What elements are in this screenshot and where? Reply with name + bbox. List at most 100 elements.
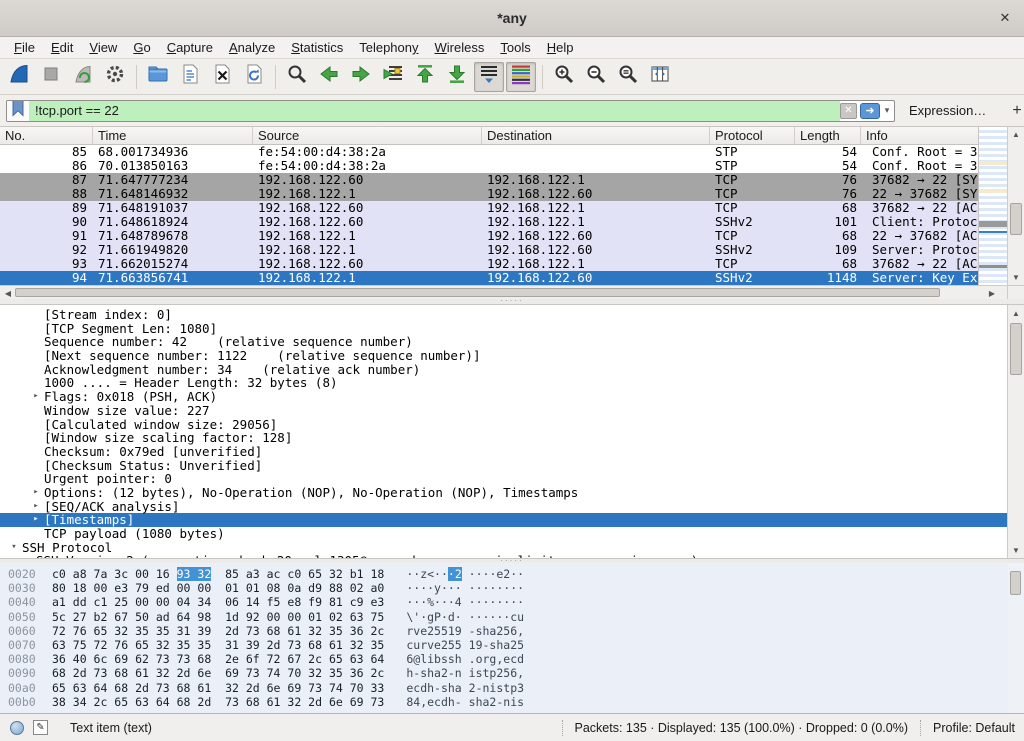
column-header-length[interactable]: Length xyxy=(795,127,861,144)
hex-row[interactable]: 009068 2d 73 68 61 32 2d 6e 69 73 74 70 … xyxy=(0,666,1024,680)
find-packet-button[interactable] xyxy=(282,62,312,92)
packet-list-vscrollbar[interactable]: ▲ ▼ xyxy=(1007,127,1024,285)
hex-row[interactable]: 007063 75 72 76 65 32 35 35 31 39 2d 73 … xyxy=(0,638,1024,652)
stop-capture-button[interactable] xyxy=(36,62,66,92)
packet-row[interactable]: 9071.648618924192.168.122.60192.168.122.… xyxy=(0,215,978,229)
packet-row[interactable]: 8871.648146932192.168.122.1192.168.122.6… xyxy=(0,187,978,201)
detail-line-expandable[interactable]: ▸[SEQ/ACK analysis] xyxy=(0,500,1007,514)
menu-help[interactable]: Help xyxy=(539,38,582,57)
packet-row[interactable]: 9271.661949820192.168.122.1192.168.122.6… xyxy=(0,243,978,257)
go-forward-button[interactable] xyxy=(346,62,376,92)
restart-capture-button[interactable] xyxy=(68,62,98,92)
go-to-bottom-button[interactable] xyxy=(442,62,472,92)
open-file-button[interactable] xyxy=(143,62,173,92)
add-filter-button[interactable]: + xyxy=(1012,102,1021,120)
detail-line-expandable[interactable]: ▸Options: (12 bytes), No-Operation (NOP)… xyxy=(0,486,1007,500)
detail-line[interactable]: 1000 .... = Header Length: 32 bytes (8) xyxy=(0,376,1007,390)
hex-row[interactable]: 0040a1 dd c1 25 00 00 04 34 06 14 f5 e8 … xyxy=(0,595,1024,609)
detail-line-expandable[interactable]: ▸Flags: 0x018 (PSH, ACK) xyxy=(0,390,1007,404)
detail-line[interactable]: Acknowledgment number: 34 (relative ack … xyxy=(0,363,1007,377)
save-file-button[interactable] xyxy=(175,62,205,92)
hex-row[interactable]: 00505c 27 b2 67 50 ad 64 98 1d 92 00 00 … xyxy=(0,610,1024,624)
hex-vscrollbar[interactable] xyxy=(1008,563,1024,713)
detail-line-selected[interactable]: ▸[Timestamps] xyxy=(0,513,1007,527)
menu-wireless[interactable]: Wireless xyxy=(427,38,493,57)
scroll-down-icon[interactable]: ▼ xyxy=(1008,273,1024,282)
menu-go[interactable]: Go xyxy=(125,38,158,57)
detail-vscrollbar[interactable]: ▲ ▼ xyxy=(1007,305,1024,558)
colorize-packets-button[interactable] xyxy=(506,62,536,92)
scroll-up-icon[interactable]: ▲ xyxy=(1008,309,1024,318)
vscroll-thumb[interactable] xyxy=(1010,203,1022,235)
packet-row[interactable]: 8568.001734936fe:54:00:d4:38:2aSTP54Conf… xyxy=(0,145,978,159)
menu-statistics[interactable]: Statistics xyxy=(283,38,351,57)
scroll-up-icon[interactable]: ▲ xyxy=(1008,130,1024,139)
filter-input[interactable] xyxy=(29,101,840,121)
hex-row[interactable]: 008036 40 6c 69 62 73 73 68 2e 6f 72 67 … xyxy=(0,652,1024,666)
vscroll-thumb[interactable] xyxy=(1010,571,1021,595)
capture-comment-icon[interactable]: ✎ xyxy=(33,720,48,735)
menu-file[interactable]: File xyxy=(6,38,43,57)
scroll-down-icon[interactable]: ▼ xyxy=(1008,546,1024,555)
scroll-left-icon[interactable]: ◀ xyxy=(3,289,13,298)
status-profile[interactable]: Profile: Default xyxy=(933,721,1015,735)
go-to-top-button[interactable] xyxy=(410,62,440,92)
hex-row[interactable]: 003080 18 00 e3 79 ed 00 00 01 01 08 0a … xyxy=(0,581,1024,595)
zoom-100-button[interactable] xyxy=(613,62,643,92)
detail-line[interactable]: Checksum: 0x79ed [unverified] xyxy=(0,445,1007,459)
zoom-out-button[interactable] xyxy=(581,62,611,92)
detail-line[interactable]: Window size value: 227 xyxy=(0,404,1007,418)
expert-info-icon[interactable] xyxy=(10,721,24,735)
filter-dropdown-caret[interactable]: ▾ xyxy=(880,105,894,116)
column-header-source[interactable]: Source xyxy=(253,127,482,144)
expression-button[interactable]: Expression… xyxy=(909,103,986,118)
packet-row[interactable]: 8670.013850163fe:54:00:d4:38:2aSTP54Conf… xyxy=(0,159,978,173)
column-header-time[interactable]: Time xyxy=(93,127,253,144)
packet-row[interactable]: 9171.648789678192.168.122.1192.168.122.6… xyxy=(0,229,978,243)
hex-row[interactable]: 006072 76 65 32 35 35 31 39 2d 73 68 61 … xyxy=(0,624,1024,638)
detail-line[interactable]: [Checksum Status: Unverified] xyxy=(0,459,1007,473)
filter-apply-button[interactable]: ➜ xyxy=(860,103,880,119)
column-header-destination[interactable]: Destination xyxy=(482,127,710,144)
detail-line[interactable]: [TCP Segment Len: 1080] xyxy=(0,322,1007,336)
hscroll-thumb[interactable] xyxy=(15,288,940,297)
vscroll-thumb[interactable] xyxy=(1010,323,1022,375)
close-window-button[interactable]: ✕ xyxy=(996,9,1014,27)
detail-line[interactable]: [Calculated window size: 29056] xyxy=(0,418,1007,432)
menu-capture[interactable]: Capture xyxy=(159,38,221,57)
column-header-no[interactable]: No. xyxy=(0,127,93,144)
packet-list-minimap[interactable] xyxy=(978,127,1007,285)
detail-line[interactable]: [Next sequence number: 1122 (relative se… xyxy=(0,349,1007,363)
packet-row-selected[interactable]: 9471.663856741192.168.122.1192.168.122.6… xyxy=(0,271,978,285)
detail-line[interactable]: [Window size scaling factor: 128] xyxy=(0,431,1007,445)
reload-file-button[interactable] xyxy=(239,62,269,92)
resize-columns-button[interactable] xyxy=(645,62,675,92)
close-file-button[interactable] xyxy=(207,62,237,92)
filter-clear-button[interactable]: ✕ xyxy=(840,103,857,119)
menu-tools[interactable]: Tools xyxy=(492,38,538,57)
packet-row[interactable]: 8971.648191037192.168.122.60192.168.122.… xyxy=(0,201,978,215)
packet-row[interactable]: 8771.647777234192.168.122.60192.168.122.… xyxy=(0,173,978,187)
hex-row[interactable]: 00a065 63 64 68 2d 73 68 61 32 2d 6e 69 … xyxy=(0,681,1024,695)
capture-options-button[interactable] xyxy=(100,62,130,92)
detail-line[interactable]: Sequence number: 42 (relative sequence n… xyxy=(0,335,1007,349)
menu-analyze[interactable]: Analyze xyxy=(221,38,283,57)
menu-telephony[interactable]: Telephony xyxy=(351,38,426,57)
menu-edit[interactable]: Edit xyxy=(43,38,81,57)
auto-scroll-button[interactable] xyxy=(474,62,504,92)
detail-line[interactable]: [Stream index: 0] xyxy=(0,308,1007,322)
go-back-button[interactable] xyxy=(314,62,344,92)
scroll-right-icon[interactable]: ▶ xyxy=(987,289,997,298)
go-to-packet-button[interactable] xyxy=(378,62,408,92)
start-capture-button[interactable] xyxy=(4,62,34,92)
zoom-in-button[interactable] xyxy=(549,62,579,92)
detail-line-ssh-protocol[interactable]: ▾SSH Protocol xyxy=(0,541,1007,555)
menu-view[interactable]: View xyxy=(81,38,125,57)
filter-bookmark-button[interactable] xyxy=(7,101,29,121)
packet-row[interactable]: 9371.662015274192.168.122.60192.168.122.… xyxy=(0,257,978,271)
detail-line[interactable]: Urgent pointer: 0 xyxy=(0,472,1007,486)
detail-line[interactable]: TCP payload (1080 bytes) xyxy=(0,527,1007,541)
hex-row-highlighted[interactable]: 0020 c0 a8 7a 3c 00 16 93 32 85 a3 ac c0… xyxy=(0,567,1024,581)
hex-row[interactable]: 00b038 34 2c 65 63 64 68 2d 73 68 61 32 … xyxy=(0,695,1024,709)
column-header-protocol[interactable]: Protocol xyxy=(710,127,795,144)
